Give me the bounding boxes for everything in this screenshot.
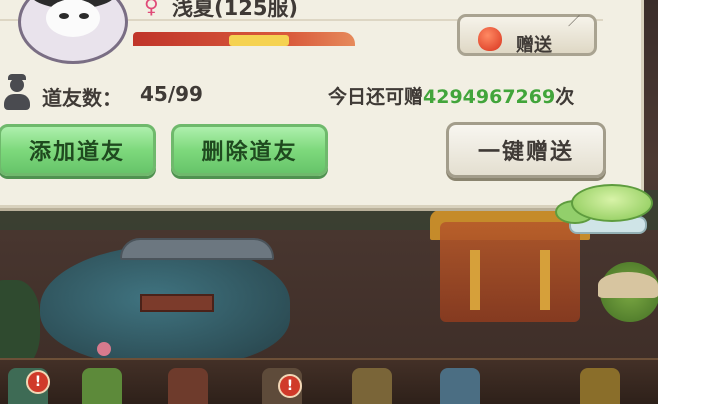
lotus-flower [97, 342, 111, 356]
pavilion-pillar [470, 250, 480, 310]
peach-gift-icon [478, 27, 502, 51]
player-name: 浅夏(125服) [172, 0, 299, 20]
lily-pad-icon[interactable] [555, 182, 653, 236]
power-banner [133, 32, 355, 46]
friend-silhouette-icon [4, 74, 30, 114]
toolbar-button-7[interactable] [580, 368, 620, 404]
pavilion-pillar [540, 250, 550, 310]
toolbar-button-5[interactable] [352, 368, 392, 404]
friend-count-value: 45/99 [140, 82, 203, 106]
game-scene: ! ! ♀ 浅夏(125服) 赠送 ／ 道友数： 45/99 今日还可赠4294… [0, 0, 658, 404]
close-icon[interactable]: ／ [568, 12, 580, 29]
gift-remaining-suffix: 次 [555, 86, 575, 108]
stone-bridge [120, 238, 274, 260]
female-icon: ♀ [144, 0, 159, 18]
gift-remaining-text: 今日还可赠4294967269次 [328, 82, 574, 109]
toolbar-button-3[interactable] [168, 368, 208, 404]
gift-button-label: 赠送 [516, 35, 552, 56]
pavilion [440, 222, 580, 322]
add-friend-button[interactable]: 添加道友 [0, 124, 156, 176]
gift-remaining-count: 4294967269 [423, 86, 556, 108]
alert-icon: ! [278, 374, 302, 398]
tree [0, 280, 40, 370]
wooden-bench [140, 294, 214, 312]
parasol [598, 272, 658, 298]
toolbar-button-2[interactable] [82, 368, 122, 404]
friend-count-label: 道友数： [42, 86, 122, 110]
one-key-gift-button[interactable]: 一键赠送 [446, 122, 606, 178]
bottom-toolbar [0, 358, 658, 404]
delete-friend-button[interactable]: 删除道友 [171, 124, 328, 176]
alert-icon: ! [26, 370, 50, 394]
gift-remaining-prefix: 今日还可赠 [328, 86, 424, 108]
toolbar-button-6[interactable] [440, 368, 480, 404]
